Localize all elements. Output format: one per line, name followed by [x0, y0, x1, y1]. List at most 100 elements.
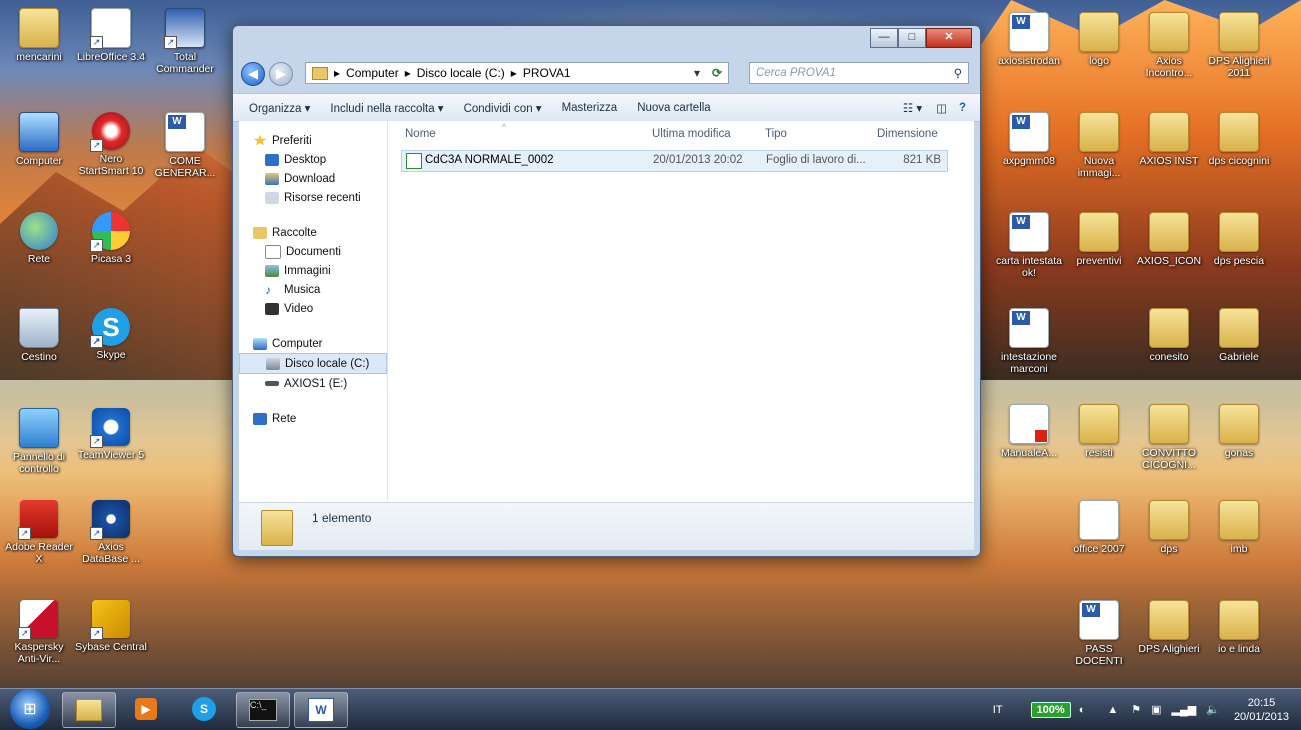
desktop-icon-teamviewer[interactable]: ↗ TeamViewer 5 — [78, 408, 144, 461]
help-icon[interactable]: ? — [953, 102, 980, 114]
show-hidden-icons-icon[interactable]: ▲ — [1099, 704, 1126, 716]
desktop-icon-dps-cicognini[interactable]: dps cicognini — [1206, 112, 1272, 167]
desktop-icon-axios-incontro[interactable]: Axios Incontro... — [1136, 12, 1202, 79]
new-folder-button[interactable]: Nuova cartella — [627, 102, 721, 114]
nav-recent[interactable]: Risorse recenti — [239, 188, 387, 207]
burn-button[interactable]: Masterizza — [552, 102, 628, 114]
usb-drive-icon — [265, 381, 279, 386]
battery-icon[interactable]: ◐ — [1071, 704, 1100, 716]
desktop-icon-adobe-reader[interactable]: ↗ Adobe Reader X — [5, 500, 73, 565]
desktop-icon-gonas[interactable]: gonas — [1206, 404, 1272, 459]
taskbar-word[interactable]: W — [294, 692, 348, 728]
desktop-icon-nuova-immagine[interactable]: Nuova immagi... — [1066, 112, 1132, 179]
desktop-icon-come-generare[interactable]: W COME GENERAR... — [152, 112, 218, 179]
nav-axios1[interactable]: AXIOS1 (E:) — [239, 374, 387, 393]
clock[interactable]: 20:15 20/01/2013 — [1230, 696, 1301, 724]
desktop-icon-sybase[interactable]: ↗ Sybase Central — [75, 600, 147, 653]
desktop-icon-axiosistrodan[interactable]: W axiosistrodan — [996, 12, 1062, 67]
address-dropdown-icon[interactable]: ▾ — [688, 66, 706, 80]
language-indicator[interactable]: IT — [993, 704, 1031, 716]
network-signal-icon[interactable]: ▂▄▆ — [1167, 703, 1202, 716]
nav-download[interactable]: Download — [239, 169, 387, 188]
taskbar-explorer[interactable] — [62, 692, 116, 728]
nav-computer[interactable]: Computer — [239, 334, 387, 353]
preview-pane-icon[interactable]: ◫ — [930, 101, 953, 115]
nav-music[interactable]: ♪ Musica — [239, 280, 387, 299]
minimize-button[interactable]: — — [870, 28, 898, 48]
action-center-flag-icon[interactable]: ⚑ — [1126, 703, 1146, 716]
volume-icon[interactable]: 🔈 — [1201, 703, 1230, 716]
view-options-icon[interactable]: ☷ ▾ — [895, 101, 930, 115]
folder-icon — [1219, 308, 1259, 348]
nav-favorites[interactable]: Preferiti — [239, 131, 387, 150]
nav-disco-locale[interactable]: Disco locale (C:) — [239, 353, 387, 374]
maximize-button[interactable]: □ — [898, 28, 926, 48]
start-button[interactable]: ⊞ — [10, 689, 50, 729]
sybase-icon: ↗ — [90, 600, 130, 640]
nav-label: Disco locale (C:) — [285, 357, 370, 370]
refresh-icon[interactable]: ⟳ — [706, 66, 728, 80]
desktop-icon-gabriele[interactable]: Gabriele — [1206, 308, 1272, 363]
forward-button[interactable]: ▶ — [269, 62, 293, 86]
taskbar-skype[interactable]: S — [178, 692, 230, 726]
desktop-icon-dps-alighieri[interactable]: DPS Alighieri — [1136, 600, 1202, 655]
desktop-icon-nero[interactable]: ↗ Nero StartSmart 10 — [78, 112, 144, 177]
nav-images[interactable]: Immagini — [239, 261, 387, 280]
desktop-icon-convitto-cicognini[interactable]: CONVITTO CICOGNI... — [1136, 404, 1202, 471]
desktop-icon-rete[interactable]: Rete — [6, 212, 72, 265]
taskbar-command-prompt[interactable]: C:\_ — [236, 692, 290, 728]
column-header-name[interactable]: Nome — [405, 128, 436, 140]
desktop-icon-mencarini[interactable]: mencarini — [6, 8, 72, 63]
desktop-icon-total-commander[interactable]: ↗ Total Commander — [152, 8, 218, 75]
desktop-icon-axpgmm08[interactable]: W axpgmm08 — [996, 112, 1062, 167]
desktop-icon-dps-pescia[interactable]: dps pescia — [1206, 212, 1272, 267]
column-header-size[interactable]: Dimensione — [877, 128, 938, 140]
include-in-library-menu[interactable]: Includi nella raccolta ▾ — [320, 101, 453, 115]
desktop-icon-axios-inst[interactable]: AXIOS INST — [1136, 112, 1202, 167]
desktop-icon-dps[interactable]: dps — [1136, 500, 1202, 555]
desktop-icon-imb[interactable]: imb — [1206, 500, 1272, 555]
desktop-icon-carta-intestata[interactable]: W carta intestata ok! — [996, 212, 1062, 279]
desktop-icon-skype[interactable]: S ↗ Skype — [78, 308, 144, 361]
nav-documents[interactable]: Documenti — [239, 242, 387, 261]
desktop-icon-intestazione-marconi[interactable]: W intestazione marconi — [996, 308, 1062, 375]
breadcrumb-disco-locale[interactable]: Disco locale (C:) — [417, 66, 505, 80]
desktop-icon-axios-database[interactable]: ↗ Axios DataBase ... — [78, 500, 144, 565]
back-button[interactable]: ◀ — [241, 62, 265, 86]
desktop-icon-pannello-controllo[interactable]: Pannello di controllo — [6, 408, 72, 475]
desktop-icon-manuale[interactable]: ManualeA... — [996, 404, 1062, 459]
nav-video[interactable]: Video — [239, 299, 387, 318]
desktop-icon-picasa[interactable]: ↗ Picasa 3 — [78, 212, 144, 265]
column-header-type[interactable]: Tipo — [765, 128, 787, 140]
desktop-icon-cestino[interactable]: Cestino — [6, 308, 72, 363]
breadcrumb-prova1[interactable]: PROVA1 — [523, 66, 571, 80]
breadcrumb-computer[interactable]: Computer — [346, 66, 399, 80]
desktop-icon-dps-alighieri-2011[interactable]: DPS Alighieri 2011 — [1206, 12, 1272, 79]
desktop-icon-libreoffice[interactable]: ↗ LibreOffice 3.4 — [77, 8, 145, 63]
nav-libraries[interactable]: Raccolte — [239, 223, 387, 242]
desktop-icon-pass-docenti[interactable]: W PASS DOCENTI — [1066, 600, 1132, 667]
share-with-menu[interactable]: Condividi con ▾ — [454, 101, 552, 115]
file-row[interactable]: CdC3A NORMALE_0002 20/01/2013 20:02 Fogl… — [401, 150, 948, 172]
desktop-icon-logo[interactable]: logo — [1066, 12, 1132, 67]
address-bar[interactable]: ▸ Computer ▸ Disco locale (C:) ▸ PROVA1 … — [305, 62, 729, 84]
battery-indicator[interactable]: 100% — [1030, 701, 1071, 718]
desktop-icon-preventivi[interactable]: preventivi — [1066, 212, 1132, 267]
close-button[interactable]: ✕ — [926, 28, 972, 48]
search-box[interactable]: Cerca PROVA1 ⚲ — [749, 62, 969, 84]
device-icon[interactable]: ▣ — [1146, 703, 1166, 716]
column-header-modified[interactable]: Ultima modifica — [652, 128, 731, 140]
desktop-icon-office-2007[interactable]: office 2007 — [1066, 500, 1132, 555]
nav-network[interactable]: Rete — [239, 409, 387, 428]
desktop-icon-computer[interactable]: Computer — [6, 112, 72, 167]
desktop-icon-axios-icon[interactable]: AXIOS_ICON — [1136, 212, 1202, 267]
taskbar-media-player[interactable]: ▶ — [120, 692, 172, 726]
desktop-icon-io-e-linda[interactable]: io e linda — [1206, 600, 1272, 655]
organize-menu[interactable]: Organizza ▾ — [233, 101, 320, 115]
desktop-icon-kaspersky[interactable]: ↗ Kaspersky Anti-Vir... — [6, 600, 72, 665]
nav-desktop[interactable]: Desktop — [239, 150, 387, 169]
desktop-icon-conesito[interactable]: conesito — [1136, 308, 1202, 363]
search-icon[interactable]: ⚲ — [948, 66, 968, 80]
desktop-icon-label: CONVITTO CICOGNI... — [1141, 447, 1197, 471]
desktop-icon-resisti[interactable]: resisti — [1066, 404, 1132, 459]
